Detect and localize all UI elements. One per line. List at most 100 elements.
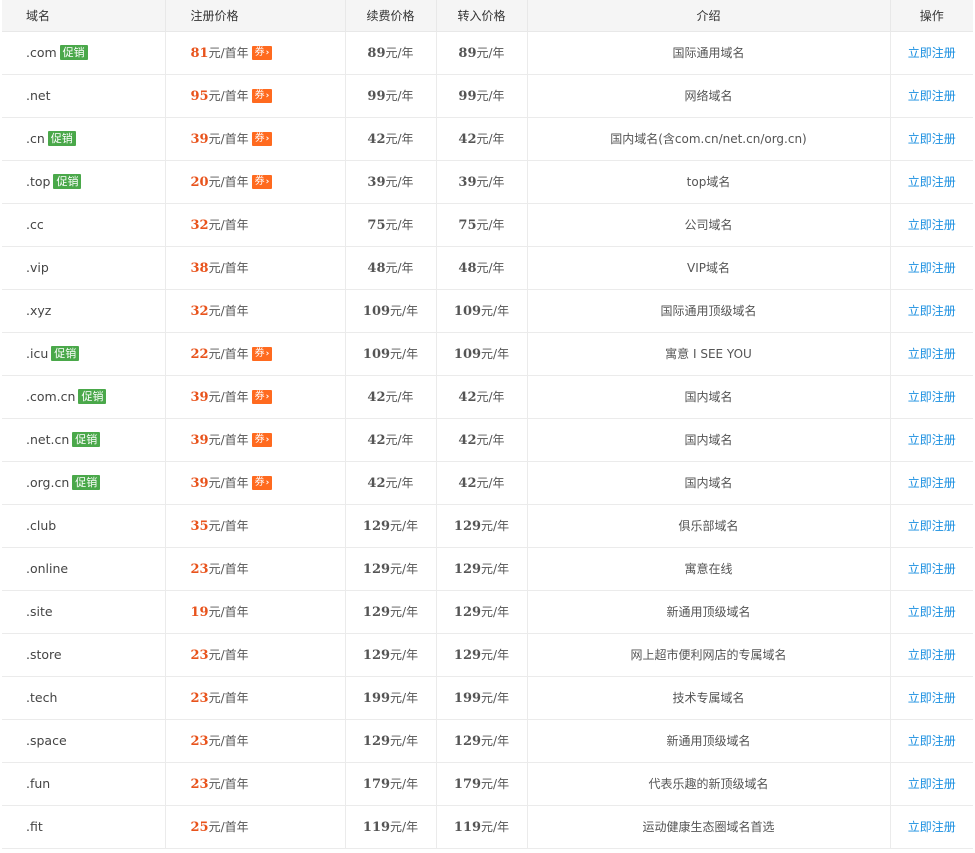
intro-text: 公司域名 (684, 218, 733, 232)
transfer-price-value: 42 (458, 433, 477, 448)
register-now-link[interactable]: 立即注册 (908, 476, 956, 490)
promo-badge: 促销 (78, 388, 107, 404)
domain-price-table-container: 域名 注册价格 续费价格 转入价格 介绍 操作 .com 促销 81元/首年 券› 89… (2, 0, 973, 849)
register-now-link[interactable]: 立即注册 (908, 777, 956, 791)
coupon-label: 券 (254, 175, 265, 187)
register-now-link[interactable]: 立即注册 (908, 390, 956, 404)
renew-price-cell: 89元/年 (344, 31, 436, 75)
transfer-price-cell: 48元/年 (435, 246, 527, 290)
register-now-link[interactable]: 立即注册 (908, 261, 956, 275)
domain-cell: .top 促销 (2, 160, 165, 204)
table-row: .club 35元/首年 129元/年 129元/年 俱乐部域名 立即注册 (2, 504, 973, 548)
intro-cell: 俱乐部域名 (526, 504, 890, 548)
transfer-price-value: 109 (453, 304, 482, 319)
intro-cell: 国际通用顶级域名 (526, 289, 890, 333)
domain-name: .tech (26, 690, 58, 705)
domain-name: .site (26, 604, 53, 619)
intro-cell: 公司域名 (526, 203, 890, 247)
intro-text: 新通用顶级域名 (666, 734, 751, 748)
register-price-unit: 元/首年 (208, 89, 249, 103)
renew-price-cell: 48元/年 (344, 246, 436, 290)
domain-cell: .tech (2, 676, 165, 720)
transfer-price-unit: 元/年 (476, 175, 505, 189)
table-row: .org.cn 促销 39元/首年 券› 42元/年 42元/年 国内域名 立即注册 (2, 461, 973, 505)
action-cell: 立即注册 (889, 332, 973, 376)
register-price-value: 32 (190, 304, 209, 319)
register-now-link[interactable]: 立即注册 (908, 691, 956, 705)
register-now-link[interactable]: 立即注册 (908, 433, 956, 447)
coupon-label: 券 (254, 46, 265, 58)
coupon-badge[interactable]: 券› (251, 45, 273, 60)
domain-name: .space (26, 733, 67, 748)
chevron-right-icon: › (265, 133, 270, 144)
coupon-badge[interactable]: 券› (251, 389, 273, 404)
coupon-label: 券 (254, 390, 265, 402)
renew-price-cell: 109元/年 (344, 332, 436, 376)
coupon-badge[interactable]: 券› (251, 88, 273, 103)
transfer-price-value: 129 (453, 734, 482, 749)
coupon-label: 券 (254, 433, 265, 445)
intro-text: 代表乐趣的新顶级域名 (648, 777, 769, 791)
domain-name: .icu (26, 345, 49, 361)
coupon-badge[interactable]: 券› (251, 475, 273, 490)
coupon-badge[interactable]: 券› (251, 346, 273, 361)
chevron-right-icon: › (265, 90, 270, 101)
renew-price-cell: 129元/年 (344, 504, 436, 548)
coupon-badge[interactable]: 券› (251, 174, 273, 189)
register-price-unit: 元/首年 (208, 476, 249, 490)
renew-price-value: 42 (367, 390, 386, 405)
register-now-link[interactable]: 立即注册 (908, 734, 956, 748)
action-cell: 立即注册 (889, 805, 973, 849)
domain-cell: .club (2, 504, 165, 548)
register-now-link[interactable]: 立即注册 (908, 347, 956, 361)
register-now-link[interactable]: 立即注册 (908, 519, 956, 533)
renew-price-value: 39 (367, 175, 386, 190)
register-now-link[interactable]: 立即注册 (908, 304, 956, 318)
register-now-link[interactable]: 立即注册 (908, 648, 956, 662)
register-price-cell: 39元/首年 券› (164, 461, 345, 505)
domain-cell: .space (2, 719, 165, 763)
register-now-link[interactable]: 立即注册 (908, 175, 956, 189)
renew-price-unit: 元/年 (385, 390, 414, 404)
transfer-price-cell: 99元/年 (435, 74, 527, 118)
intro-cell: 国内域名 (526, 418, 890, 462)
coupon-badge[interactable]: 券› (251, 131, 273, 146)
register-price-cell: 23元/首年 (164, 633, 345, 677)
register-price-value: 39 (190, 476, 209, 491)
domain-name: .online (26, 561, 69, 576)
register-price-unit: 元/首年 (208, 734, 249, 748)
register-now-link[interactable]: 立即注册 (908, 562, 956, 576)
transfer-price-cell: 129元/年 (435, 590, 527, 634)
register-price-unit: 元/首年 (208, 605, 249, 619)
domain-cell: .fit (2, 805, 165, 849)
register-price-cell: 35元/首年 (164, 504, 345, 548)
domain-price-table: 域名 注册价格 续费价格 转入价格 介绍 操作 .com 促销 81元/首年 券› 89… (2, 0, 973, 849)
renew-price-value: 109 (362, 304, 391, 319)
register-now-link[interactable]: 立即注册 (908, 820, 956, 834)
header-domain: 域名 (2, 0, 165, 32)
transfer-price-unit: 元/年 (481, 648, 510, 662)
register-now-link[interactable]: 立即注册 (908, 89, 956, 103)
action-cell: 立即注册 (889, 676, 973, 720)
transfer-price-unit: 元/年 (481, 777, 510, 791)
chevron-right-icon: › (265, 348, 270, 359)
register-now-link[interactable]: 立即注册 (908, 218, 956, 232)
register-price-unit: 元/首年 (208, 691, 249, 705)
coupon-badge[interactable]: 券› (251, 432, 273, 447)
register-now-link[interactable]: 立即注册 (908, 132, 956, 146)
promo-badge: 促销 (53, 173, 82, 189)
register-price-cell: 95元/首年 券› (164, 74, 345, 118)
register-now-link[interactable]: 立即注册 (908, 46, 956, 60)
renew-price-unit: 元/年 (385, 476, 414, 490)
register-now-link[interactable]: 立即注册 (908, 605, 956, 619)
transfer-price-cell: 179元/年 (435, 762, 527, 806)
register-price-value: 23 (190, 691, 209, 706)
transfer-price-unit: 元/年 (476, 476, 505, 490)
domain-cell: .net (2, 74, 165, 118)
domain-cell: .cc (2, 203, 165, 247)
renew-price-cell: 42元/年 (344, 461, 436, 505)
register-price-value: 39 (190, 433, 209, 448)
intro-cell: 寓意在线 (526, 547, 890, 591)
table-row: .online 23元/首年 129元/年 129元/年 寓意在线 立即注册 (2, 547, 973, 591)
renew-price-unit: 元/年 (385, 218, 414, 232)
